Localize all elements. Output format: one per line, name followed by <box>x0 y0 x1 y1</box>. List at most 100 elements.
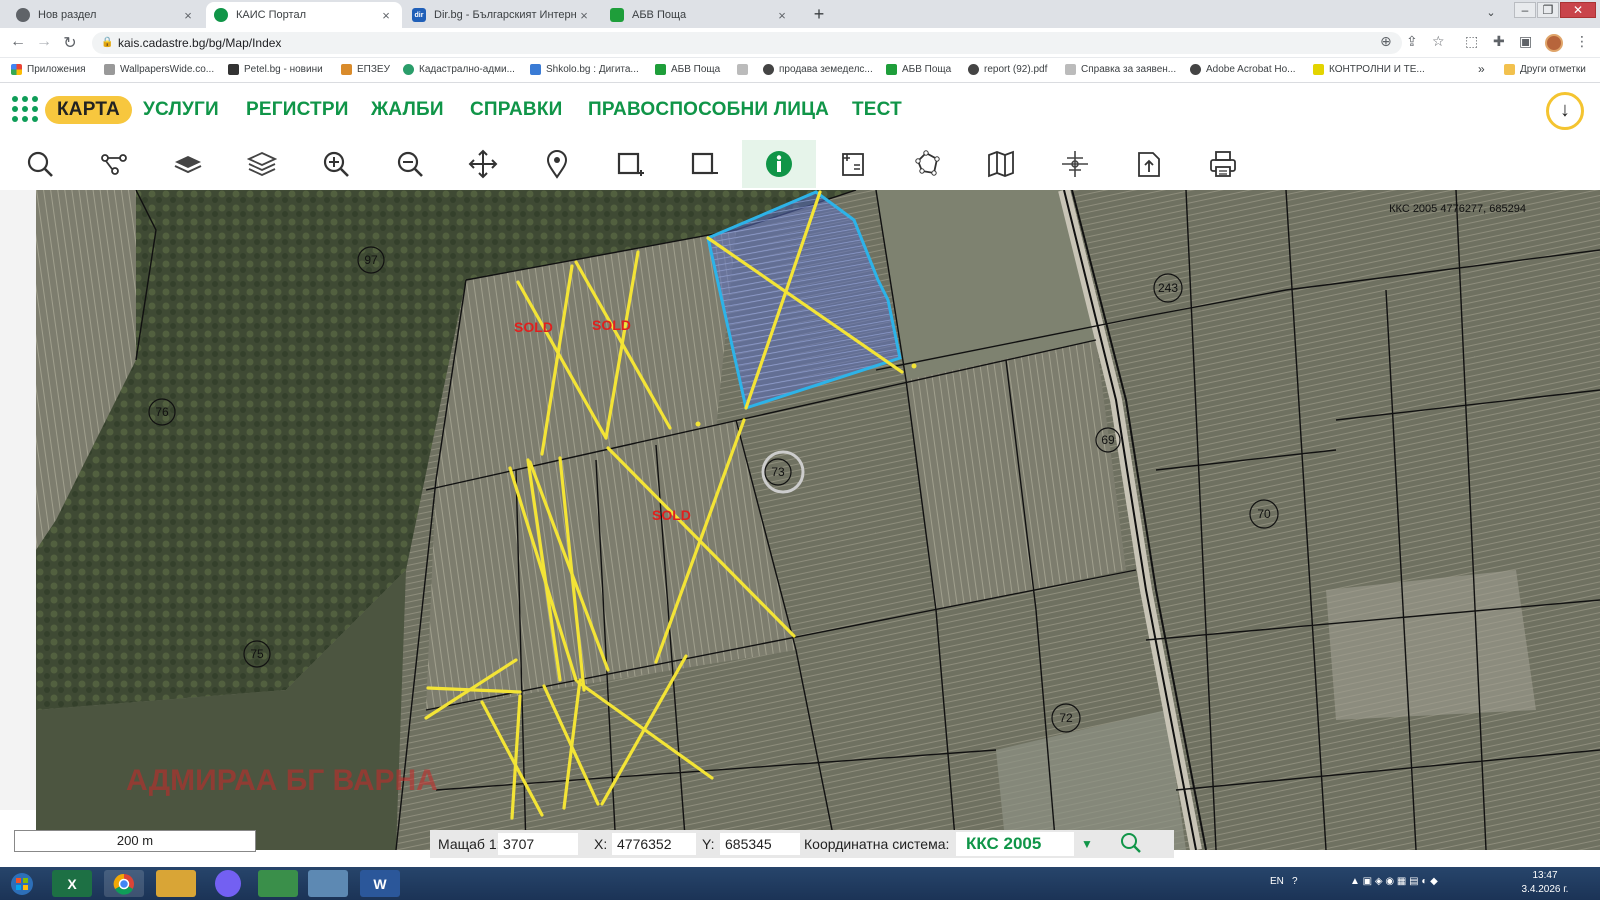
bookmark-item[interactable]: КОНТРОЛНИ И ТЕ... <box>1313 64 1425 75</box>
map-canvas[interactable]: SOLD SOLD SOLD 97 76 75 73 243 69 70 72 … <box>36 190 1600 850</box>
back-icon[interactable]: ← <box>8 33 28 51</box>
nav-item-registri[interactable]: РЕГИСТРИ <box>246 99 349 121</box>
spreadsheet-app-icon[interactable] <box>258 870 298 897</box>
language-indicator[interactable]: EN <box>1270 876 1284 887</box>
download-icon[interactable]: ↓ <box>1546 92 1584 130</box>
map-toolbar <box>0 140 1600 188</box>
restore-icon[interactable]: ❐ <box>1537 2 1559 18</box>
word-icon[interactable]: W <box>360 870 400 897</box>
marker-icon[interactable] <box>520 140 594 188</box>
nav-item-spravki[interactable]: СПРАВКИ <box>470 99 562 121</box>
extension-icon[interactable]: ⬚ <box>1465 33 1478 50</box>
info-icon[interactable] <box>742 140 816 188</box>
zoom-out-icon[interactable] <box>373 140 447 188</box>
close-tab-icon[interactable]: × <box>378 8 394 23</box>
nav-item-test[interactable]: ТЕСТ <box>852 99 902 121</box>
route-icon[interactable] <box>77 140 151 188</box>
chevron-down-icon[interactable]: ▼ <box>1074 832 1100 856</box>
bookmark-item[interactable]: report (92).pdf <box>968 64 1047 75</box>
bookmark-item[interactable]: Shkolo.bg : Дигита... <box>530 64 639 75</box>
bookmark-item[interactable]: Приложения <box>11 64 86 75</box>
x-coordinate-input[interactable]: 4776352 <box>612 833 696 855</box>
bookmark-item[interactable]: АБВ Поща <box>886 64 951 75</box>
address-bar-row: ← → ↻ 🔒 kais.cadastre.bg/bg/Map/Index ⊕ … <box>0 28 1600 58</box>
layer-icon[interactable] <box>151 140 225 188</box>
tab-abv-mail[interactable]: АБВ Поща × <box>602 2 798 28</box>
viber-icon[interactable] <box>215 870 241 897</box>
new-tab-button[interactable]: + <box>808 4 830 26</box>
share-icon[interactable]: ⇪ <box>1406 33 1418 50</box>
clock[interactable]: 13:47 3.4.2026 г. <box>1510 869 1580 897</box>
search-icon[interactable] <box>3 140 77 188</box>
bookmark-item[interactable]: Кадастрално-адми... <box>403 64 515 75</box>
polygon-icon[interactable] <box>890 140 964 188</box>
close-tab-icon[interactable]: × <box>576 8 592 23</box>
scale-input[interactable]: 3707 <box>498 833 578 855</box>
bookmark-favicon-icon <box>1313 64 1324 75</box>
minimize-icon[interactable]: – <box>1514 2 1536 18</box>
tray-icons[interactable]: ▲ ▣ ◈ ◉ ▦ ▤ ◐ ◆ <box>1350 876 1438 887</box>
close-window-icon[interactable]: ✕ <box>1560 2 1596 18</box>
bookmark-item[interactable]: Adobe Acrobat Ho... <box>1190 64 1296 75</box>
file-explorer-icon[interactable] <box>156 870 196 897</box>
export-icon[interactable] <box>1112 140 1186 188</box>
dir-logo-icon: dir <box>412 8 426 22</box>
layers-icon[interactable] <box>225 140 299 188</box>
close-tab-icon[interactable]: × <box>180 8 196 23</box>
y-coordinate-input[interactable]: 685345 <box>720 833 800 855</box>
bookmark-item[interactable]: WallpapersWide.co... <box>104 64 214 75</box>
print-icon[interactable] <box>1186 140 1260 188</box>
url-input[interactable]: 🔒 kais.cadastre.bg/bg/Map/Index <box>92 32 1402 54</box>
reload-icon[interactable]: ↻ <box>60 33 80 53</box>
bookmark-item[interactable]: ЕПЗЕУ <box>341 64 390 75</box>
select-remove-icon[interactable] <box>668 140 742 188</box>
chrome-taskbar-icon[interactable] <box>104 870 144 897</box>
help-icon[interactable]: ? <box>1292 876 1298 887</box>
nav-item-uslugi[interactable]: УСЛУГИ <box>143 99 219 121</box>
kais-logo-icon <box>214 8 228 22</box>
chrome-icon <box>16 8 30 22</box>
nav-item-pravosposobni-litsa[interactable]: ПРАВОСПОСОБНИ ЛИЦА <box>588 99 829 121</box>
tab-search-icon[interactable]: ⌄ <box>1480 6 1502 22</box>
zoom-icon[interactable]: ⊕ <box>1380 33 1392 50</box>
app-icon[interactable] <box>308 870 348 897</box>
tab-dir-bg[interactable]: dir Dir.bg - Българският Интернет п × <box>404 2 600 28</box>
excel-icon[interactable]: X <box>52 870 92 897</box>
nav-item-karta[interactable]: КАРТА <box>45 96 132 124</box>
side-panel-icon[interactable]: ▣ <box>1519 33 1532 50</box>
abv-logo-icon <box>610 8 624 22</box>
cadastral-map[interactable]: SOLD SOLD SOLD 97 76 75 73 243 69 70 72 … <box>36 190 1600 850</box>
sold-label: SOLD <box>592 317 631 333</box>
puzzle-icon[interactable]: ✚ <box>1493 33 1505 50</box>
pan-icon[interactable] <box>446 140 520 188</box>
field-far-east <box>1186 190 1600 850</box>
bookmark-item[interactable]: продава земеделс... <box>763 64 873 75</box>
bookmark-item[interactable]: Справка за заявен... <box>1065 64 1176 75</box>
measure-area-icon[interactable] <box>816 140 890 188</box>
windows-start-icon[interactable] <box>2 870 42 897</box>
region-label: 76 <box>155 405 169 419</box>
bookmark-star-icon[interactable]: ☆ <box>1432 33 1445 50</box>
coordinates-icon[interactable] <box>1038 140 1112 188</box>
profile-avatar[interactable] <box>1545 34 1563 52</box>
bookmarks-more-button[interactable]: » <box>1478 62 1485 76</box>
zoom-in-icon[interactable] <box>299 140 373 188</box>
bookmark-item[interactable] <box>737 64 753 75</box>
forward-icon[interactable]: → <box>34 33 54 51</box>
bookmark-item[interactable]: Petel.bg - новини <box>228 64 323 75</box>
select-add-icon[interactable] <box>594 140 668 188</box>
map-icon[interactable] <box>964 140 1038 188</box>
lock-icon: 🔒 <box>101 37 114 48</box>
scale-bar: 200 m <box>14 830 256 852</box>
nav-item-zhalbi[interactable]: ЖАЛБИ <box>371 99 444 121</box>
search-coordinates-icon[interactable] <box>1120 832 1142 859</box>
other-bookmarks[interactable]: Други отметки <box>1504 64 1586 75</box>
apps-grid-icon[interactable] <box>12 96 38 122</box>
coordinates-readout: ККС 2005 4776277, 685294 <box>1389 203 1526 215</box>
close-tab-icon[interactable]: × <box>774 8 790 23</box>
crs-select[interactable]: ККС 2005 <box>956 832 1074 856</box>
bookmark-item[interactable]: АБВ Поща <box>655 64 720 75</box>
menu-kebab-icon[interactable]: ⋮ <box>1575 33 1589 50</box>
tab-kais-portal[interactable]: КАИС Портал × <box>206 2 402 28</box>
tab-new-tab[interactable]: Нов раздел × <box>8 2 204 28</box>
